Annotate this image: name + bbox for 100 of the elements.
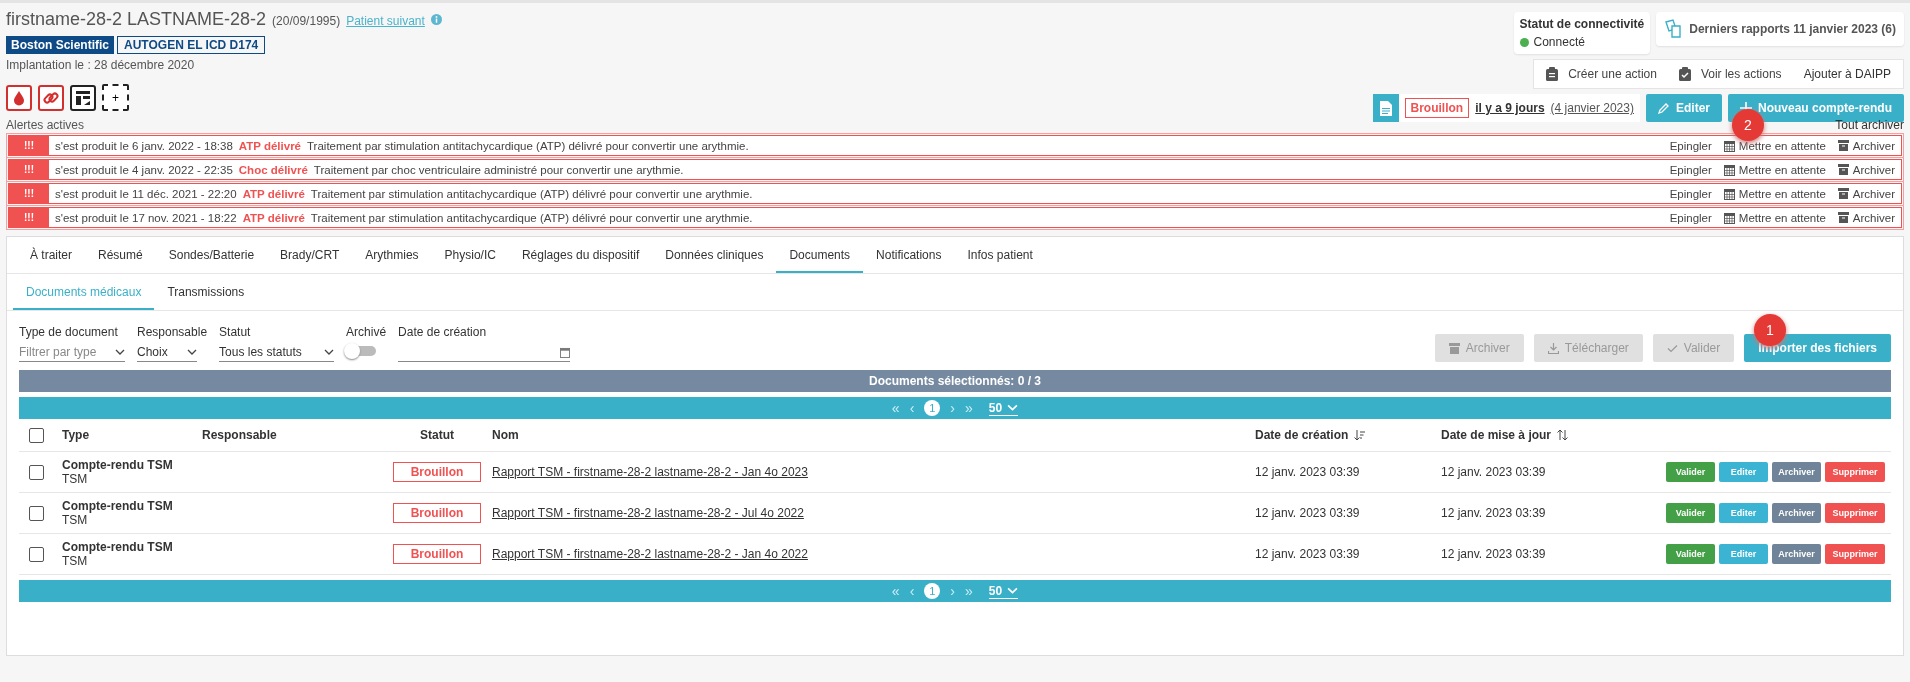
- add-daipp-button[interactable]: Ajouter à DAIPP: [1803, 67, 1891, 81]
- column-header: Statut: [419, 428, 455, 442]
- tab[interactable]: Physio/IC: [431, 237, 509, 273]
- document-subtype: TSM: [62, 513, 89, 527]
- filter-label: Type de document: [19, 325, 119, 339]
- alert-type: ATP délivré: [242, 211, 305, 224]
- alert-type: ATP délivré: [238, 139, 301, 152]
- type-select[interactable]: Filtrer par type: [19, 343, 125, 362]
- view-actions-button[interactable]: Voir les actions: [1678, 67, 1782, 81]
- pencil-icon: [1657, 102, 1670, 114]
- table-cell-text: 12 janv. 2023 03:39: [1441, 547, 1547, 561]
- chevron-icon: [187, 349, 197, 355]
- column-header[interactable]: Date de mise à jour: [1441, 428, 1552, 442]
- alert-badge: !!!: [9, 208, 49, 227]
- tab[interactable]: À traiter: [17, 237, 85, 273]
- archive-button[interactable]: Archiver: [1772, 503, 1821, 523]
- tab[interactable]: Arythmies: [352, 237, 432, 273]
- clipboard-icon: [1546, 67, 1559, 81]
- select-all-checkbox[interactable]: [29, 427, 44, 443]
- alerts-title: Alertes actives: [6, 118, 85, 132]
- form-icon[interactable]: [70, 84, 96, 111]
- tab[interactable]: Résumé: [85, 237, 156, 273]
- chevron-icon: [115, 349, 125, 355]
- connectivity-title: Statut de connectivité: [1519, 17, 1645, 31]
- archive-link[interactable]: Archiver: [1837, 163, 1895, 176]
- tab[interactable]: Données cliniques: [652, 237, 777, 273]
- connectivity-status: Connecté: [1533, 35, 1585, 49]
- alert-date: s'est produit le 6 janv. 2022 - 18:38: [55, 139, 233, 152]
- calendar-icon: [1723, 187, 1735, 200]
- document-type: Compte-rendu TSM: [62, 540, 174, 554]
- selection-bar: Documents sélectionnés: 0 / 3: [19, 370, 1891, 392]
- table-cell-text: 12 janv. 2023 03:39: [1255, 547, 1361, 561]
- tab[interactable]: Notifications: [863, 237, 955, 273]
- hold-link[interactable]: Mettre en attente: [1723, 187, 1826, 200]
- implant-date: Implantation le : 28 décembre 2020: [6, 58, 196, 72]
- calendar-icon: [1723, 163, 1735, 176]
- tab[interactable]: Brady/CRT: [267, 237, 353, 273]
- pin-link[interactable]: Epingler: [1669, 187, 1712, 200]
- document-link[interactable]: Rapport TSM - firstname-28-2 lastname-28-2 - Jan 4o 2023: [492, 465, 808, 479]
- draft-status: Brouillon: [1404, 98, 1470, 118]
- link-icon[interactable]: [38, 84, 64, 111]
- row-checkbox[interactable]: [29, 505, 44, 521]
- sort-descending-icon[interactable]: [1354, 429, 1366, 441]
- status-select[interactable]: Tous les statuts: [219, 343, 335, 362]
- chevron-icon: [1007, 404, 1019, 411]
- column-header[interactable]: Date de création: [1255, 428, 1349, 442]
- subtab[interactable]: Transmissions: [154, 274, 258, 310]
- archive-box-icon: [1837, 140, 1849, 151]
- alert-date: s'est produit le 17 nov. 2021 - 18:22: [55, 211, 237, 224]
- tab[interactable]: Réglages du dispositif: [508, 237, 653, 273]
- document-icon: [1379, 100, 1392, 116]
- document-link[interactable]: Rapport TSM - firstname-28-2 lastname-28-2 - Jan 4o 2022: [492, 547, 808, 561]
- archive-button[interactable]: Archiver: [1772, 544, 1821, 564]
- owner-select[interactable]: Choix: [137, 343, 197, 362]
- alert-description: Traitement par choc ventriculaire administré pour convertir une arythmie.: [313, 163, 685, 176]
- alert-date: s'est produit le 11 déc. 2021 - 22:20: [55, 187, 237, 200]
- hold-link[interactable]: Mettre en attente: [1723, 163, 1826, 176]
- download-icon: [1547, 342, 1559, 354]
- draft-age-link[interactable]: il y a 9 jours: [1475, 101, 1545, 115]
- archive-box-icon: [1837, 188, 1849, 199]
- tab[interactable]: Infos patient: [954, 237, 1046, 273]
- document-type: Compte-rendu TSM: [62, 499, 174, 513]
- archive-link[interactable]: Archiver: [1837, 139, 1895, 152]
- alert-badge: !!!: [9, 136, 49, 155]
- alert-description: Traitement par stimulation antitachycardique (ATP) délivré pour convertir une arythmie.: [310, 211, 754, 224]
- device-badge: AUTOGEN EL ICD D174: [117, 36, 266, 54]
- reports-button[interactable]: Derniers rapports 11 janvier 2023 (6): [1656, 12, 1904, 46]
- pin-link[interactable]: Epingler: [1669, 211, 1712, 224]
- column-header: Type: [62, 428, 91, 442]
- document-link[interactable]: Rapport TSM - firstname-28-2 lastname-28-2 - Jul 4o 2022: [492, 506, 804, 520]
- tab[interactable]: Sondes/Batterie: [155, 237, 268, 273]
- pin-link[interactable]: Epingler: [1669, 163, 1712, 176]
- manufacturer-badge: Boston Scientific: [6, 36, 114, 54]
- sort-icon[interactable]: [1557, 429, 1569, 441]
- table-cell-text: 12 janv. 2023 03:39: [1441, 506, 1547, 520]
- tab[interactable]: Documents: [776, 237, 864, 273]
- drop-icon[interactable]: [6, 84, 32, 111]
- row-checkbox[interactable]: [29, 464, 44, 480]
- row-checkbox[interactable]: [29, 546, 44, 562]
- archive-button[interactable]: Archiver: [1772, 462, 1821, 482]
- table-cell-text: 12 janv. 2023 03:39: [1255, 465, 1361, 479]
- archive-link[interactable]: Archiver: [1837, 187, 1895, 200]
- calendar-icon: [1723, 139, 1735, 152]
- filter-label: Archivé: [346, 325, 387, 339]
- column-header: Responsable: [202, 428, 278, 442]
- hold-link[interactable]: Mettre en attente: [1723, 211, 1826, 224]
- filter-label: Date de création: [398, 325, 488, 339]
- alert-description: Traitement par stimulation antitachycardique (ATP) délivré pour convertir une arythmie.: [310, 187, 754, 200]
- patient-name: firstname-28-2 LASTNAME-28-2: [6, 9, 267, 30]
- hold-link[interactable]: Mettre en attente: [1723, 139, 1826, 152]
- archive-box-icon: [1837, 212, 1849, 223]
- add-button[interactable]: +: [102, 84, 129, 111]
- archive-link[interactable]: Archiver: [1837, 211, 1895, 224]
- alert-badge: !!!: [9, 160, 49, 179]
- calendar-icon: [1723, 211, 1735, 224]
- draft-date-link[interactable]: (4 janvier 2023): [1550, 101, 1634, 115]
- chevron-icon: [324, 349, 335, 355]
- pin-link[interactable]: Epingler: [1669, 139, 1712, 152]
- create-action-button[interactable]: Créer une action: [1546, 67, 1657, 81]
- archived-toggle[interactable]: [346, 346, 377, 356]
